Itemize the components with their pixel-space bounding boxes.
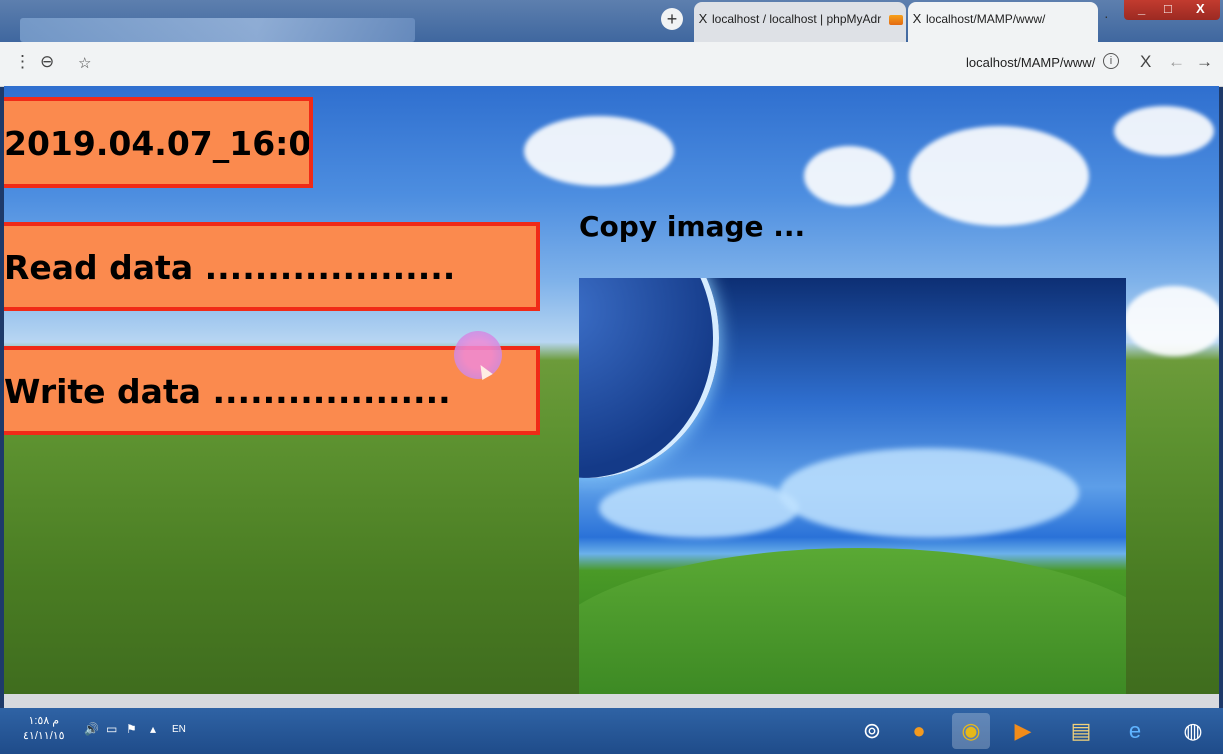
tab-mamp[interactable]: Xlocalhost/MAMP/www/ bbox=[908, 2, 1098, 42]
clock-date: ٤١/١١/١٥ bbox=[23, 730, 65, 742]
stop-icon[interactable]: X bbox=[1140, 52, 1151, 72]
title-bar: + Xlocalhost / localhost | phpMyAdr Xloc… bbox=[0, 0, 1223, 42]
tray-expand-icon[interactable]: ▴ bbox=[150, 722, 156, 736]
menu-icon[interactable]: ⋮ bbox=[14, 52, 31, 72]
flag-icon[interactable]: ⚑ bbox=[126, 722, 137, 736]
cloud bbox=[909, 126, 1089, 226]
page-content: 2019.04.07_16:08:38 Read data ..........… bbox=[4, 86, 1219, 696]
taskbar: م ١:٥٨ ٤١/١١/١٥ 🔊 ▭ ⚑ ▴ EN ⊚ ● ◉ ▶ ▤ e ◍ bbox=[0, 708, 1223, 754]
image-hill bbox=[579, 548, 1126, 696]
firefox-icon[interactable]: ● bbox=[900, 713, 938, 749]
tab-label: localhost/MAMP/www/ bbox=[926, 12, 1046, 26]
image-cloud bbox=[599, 478, 799, 538]
datetime-text: 2019.04.07_16:08:38 bbox=[4, 124, 312, 163]
taskbar-clock[interactable]: م ١:٥٨ ٤١/١١/١٥ bbox=[23, 714, 65, 744]
copied-image bbox=[579, 278, 1126, 696]
tab-phpmyadmin[interactable]: Xlocalhost / localhost | phpMyAdr bbox=[694, 2, 906, 42]
back-icon[interactable]: ← bbox=[1168, 52, 1185, 72]
phpmyadmin-favicon-icon bbox=[889, 14, 904, 25]
file-explorer-icon[interactable]: ▤ bbox=[1062, 713, 1100, 749]
info-icon[interactable]: i bbox=[1103, 53, 1119, 69]
language-indicator[interactable]: EN bbox=[172, 724, 186, 735]
close-window-icon[interactable]: X bbox=[1196, 1, 1205, 16]
read-data-text: Read data .................... bbox=[4, 248, 456, 287]
mamp-icon[interactable]: ⊚ bbox=[853, 713, 891, 749]
volume-icon[interactable]: 🔊 bbox=[84, 722, 99, 736]
start-orb-icon[interactable]: ◍ bbox=[1174, 713, 1212, 749]
media-player-icon[interactable]: ▶ bbox=[1004, 713, 1042, 749]
maximize-icon[interactable]: □ bbox=[1164, 1, 1172, 16]
datetime-box: 2019.04.07_16:08:38 bbox=[4, 97, 313, 188]
read-data-box: Read data .................... bbox=[4, 222, 540, 311]
new-tab-button[interactable]: + bbox=[661, 8, 683, 30]
window-controls[interactable]: _ □ X bbox=[1124, 0, 1220, 20]
cloud bbox=[1124, 286, 1219, 356]
tab-overflow-icon: · bbox=[1104, 8, 1109, 24]
clock-time: م ١:٥٨ bbox=[28, 715, 60, 727]
tab-close-icon[interactable]: X bbox=[694, 2, 712, 36]
bookmark-star-icon[interactable]: ☆ bbox=[78, 54, 91, 72]
profile-icon[interactable]: ⊖ bbox=[40, 52, 54, 72]
url-field[interactable]: localhost/MAMP/www/ bbox=[966, 55, 1095, 70]
cloud bbox=[524, 116, 674, 186]
minimize-icon[interactable]: _ bbox=[1138, 1, 1145, 16]
mouse-cursor-icon bbox=[454, 331, 502, 381]
tab-label: localhost / localhost | phpMyAdr bbox=[712, 12, 882, 26]
write-data-text: Write data ................... bbox=[4, 372, 451, 411]
forward-icon[interactable]: → bbox=[1196, 52, 1213, 72]
network-icon[interactable]: ▭ bbox=[106, 722, 117, 736]
page-bottom-strip bbox=[4, 694, 1219, 708]
planet bbox=[579, 278, 719, 478]
tab-close-icon[interactable]: X bbox=[908, 2, 926, 36]
copy-image-label: Copy image ... bbox=[579, 210, 806, 243]
blurred-region bbox=[20, 18, 415, 42]
cloud bbox=[804, 146, 894, 206]
address-bar: ⋮ ⊖ ☆ localhost/MAMP/www/ i X ← → bbox=[0, 42, 1223, 87]
internet-explorer-icon[interactable]: e bbox=[1116, 713, 1154, 749]
cloud bbox=[1114, 106, 1214, 156]
chrome-icon[interactable]: ◉ bbox=[952, 713, 990, 749]
image-cloud bbox=[779, 448, 1079, 538]
